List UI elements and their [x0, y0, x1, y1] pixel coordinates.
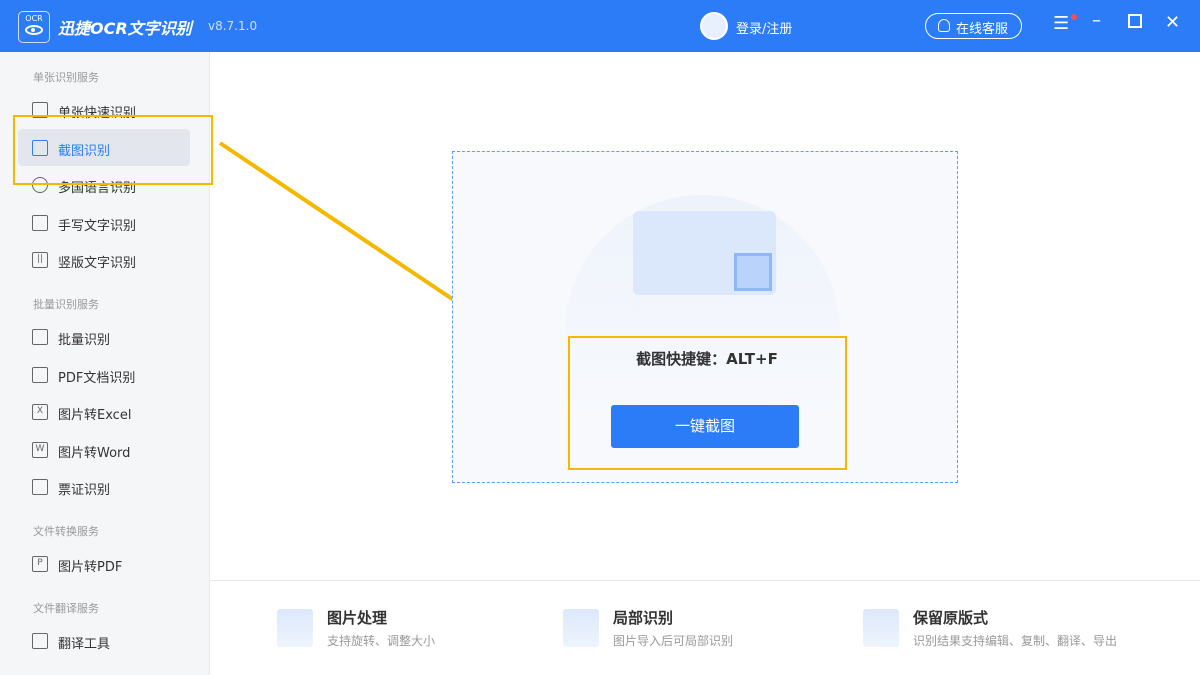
partial-recognize-icon [563, 609, 599, 647]
screenshot-button[interactable]: 一键截图 [611, 405, 799, 448]
feature-desc: 识别结果支持编辑、复制、翻译、导出 [913, 632, 1117, 649]
feature-title: 图片处理 [327, 607, 387, 628]
crop-illustration-icon [734, 253, 772, 291]
feature-desc: 图片导入后可局部识别 [613, 632, 733, 649]
feature-desc: 支持旋转、调整大小 [327, 632, 435, 649]
feature-title: 局部识别 [613, 607, 673, 628]
feature-title: 保留原版式 [913, 607, 988, 628]
hotkey-hint: 截图快捷键：ALT+F [570, 348, 844, 369]
image-process-icon [277, 609, 313, 647]
keep-layout-icon [863, 609, 899, 647]
